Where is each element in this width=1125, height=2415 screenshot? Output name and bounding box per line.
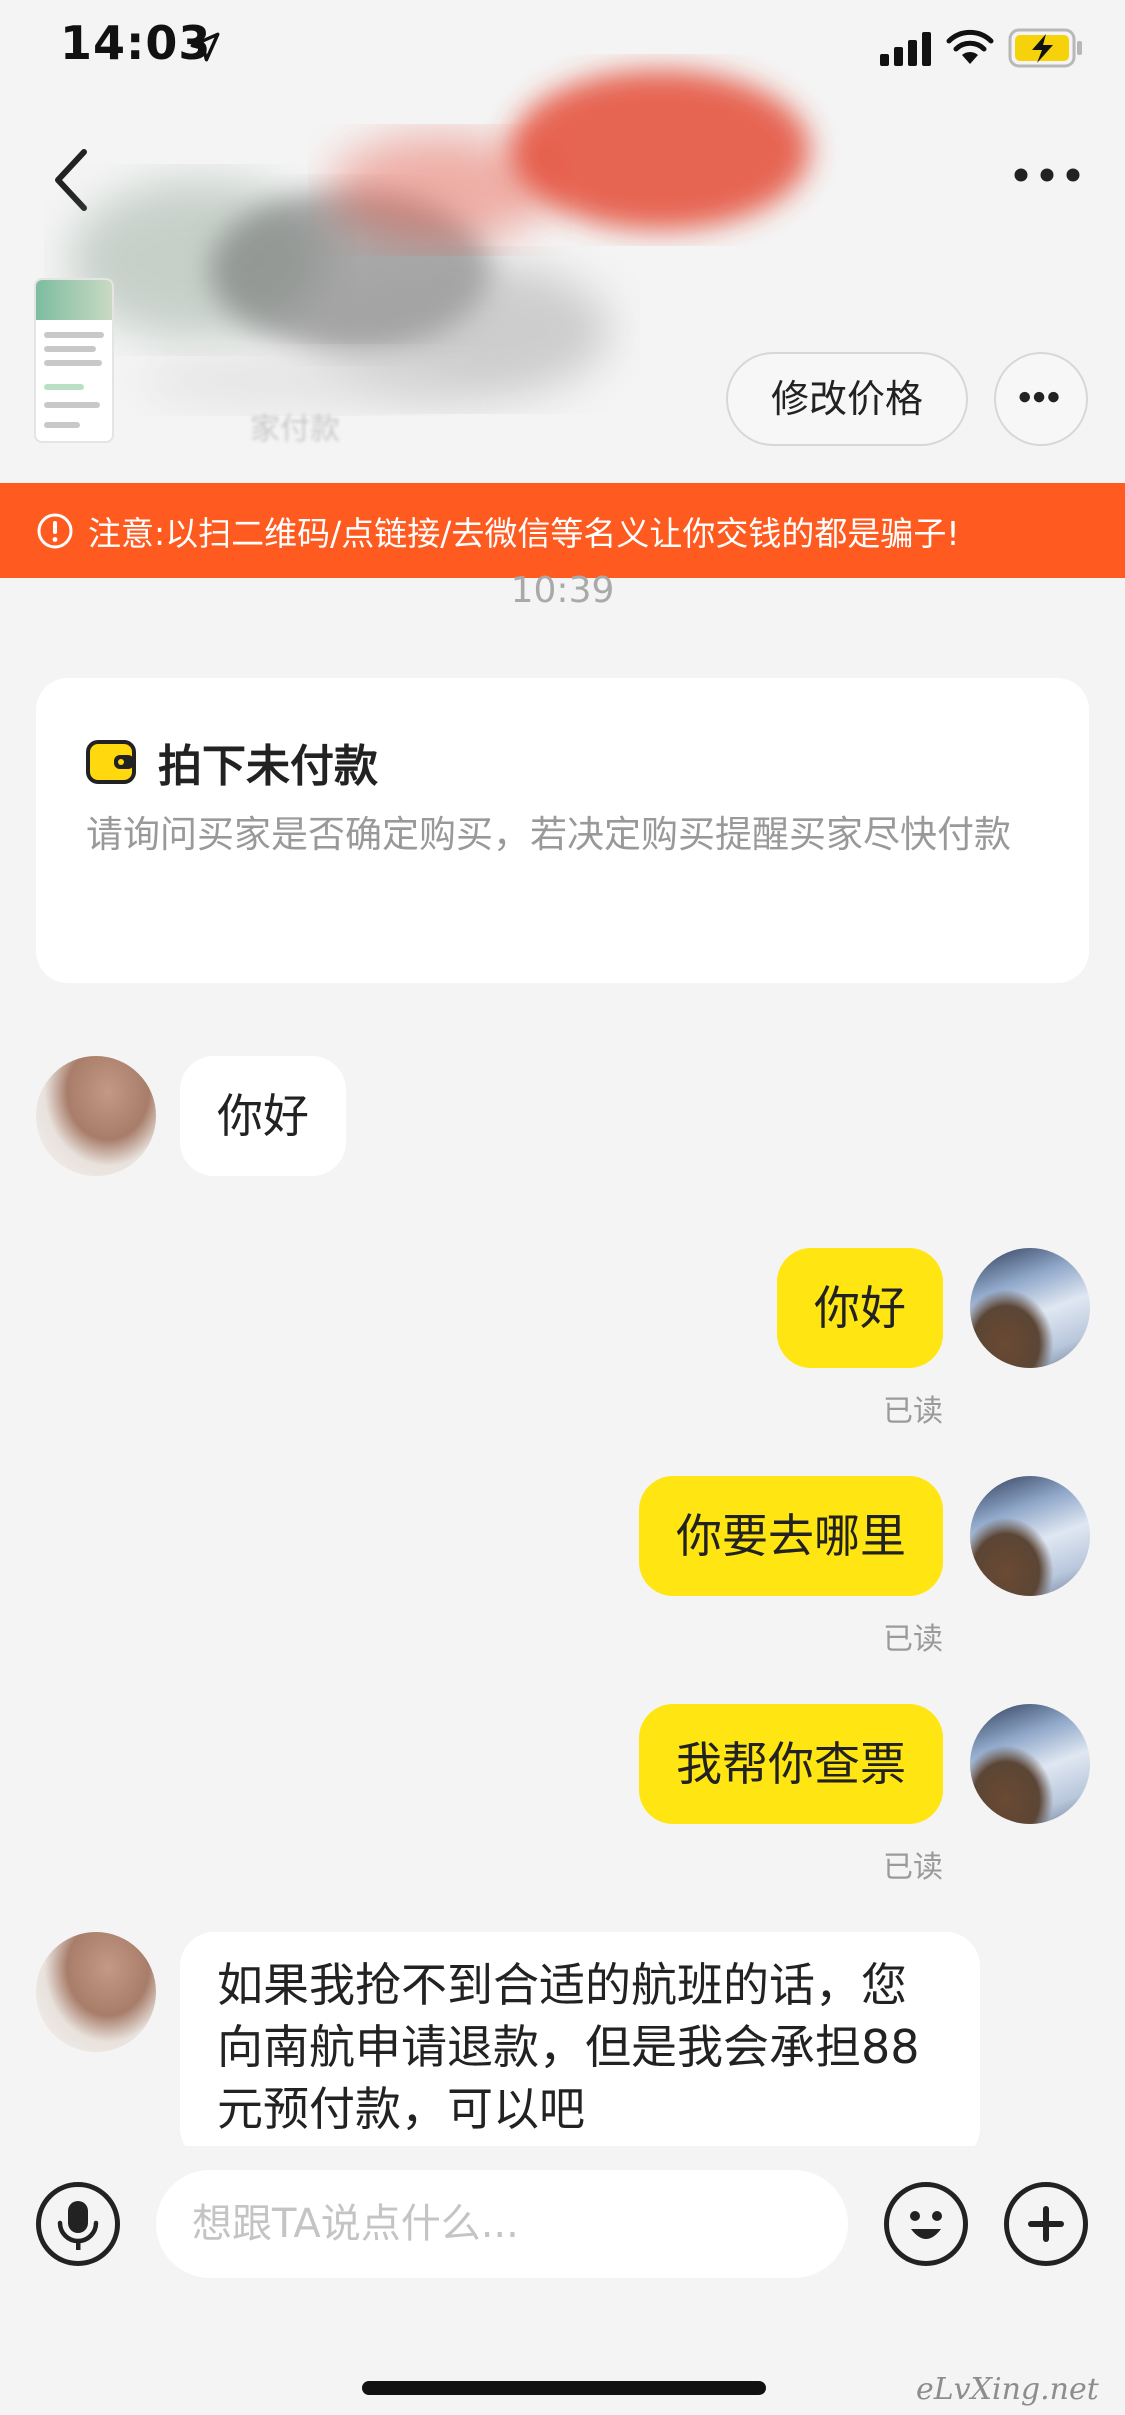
message-bubble-incoming[interactable]: 如果我抢不到合适的航班的话，您向南航申请退款，但是我会承担88元预付款，可以吧 bbox=[180, 1932, 980, 2146]
location-arrow-icon bbox=[190, 32, 220, 62]
wifi-icon bbox=[946, 29, 994, 64]
message-input[interactable] bbox=[156, 2170, 848, 2278]
read-receipt: 已读 bbox=[883, 1394, 943, 1429]
voice-button[interactable] bbox=[36, 2182, 120, 2266]
warning-text: 注意:以扫二维码/点链接/去微信等名义让你交钱的都是骗子! bbox=[88, 513, 960, 553]
thumbnail-line bbox=[44, 402, 100, 408]
message-bubble-outgoing[interactable]: 你好 bbox=[777, 1248, 943, 1368]
watermark: eLvXing.net bbox=[916, 2372, 1099, 2407]
emoji-button[interactable] bbox=[884, 2182, 968, 2266]
seller-avatar[interactable] bbox=[36, 1056, 156, 1176]
my-avatar[interactable] bbox=[970, 1476, 1090, 1596]
obscured-order-status: 家付款 bbox=[250, 412, 340, 447]
message-bubble-outgoing[interactable]: 你要去哪里 bbox=[639, 1476, 943, 1596]
thumbnail-banner bbox=[36, 280, 112, 320]
fraud-warning-banner: 注意:以扫二维码/点链接/去微信等名义让你交钱的都是骗子! bbox=[0, 483, 1125, 578]
read-receipt: 已读 bbox=[883, 1622, 943, 1657]
order-card-title: 拍下未付款 bbox=[158, 741, 378, 792]
thumbnail-line bbox=[44, 332, 104, 338]
chat-screen: 14:03 家付款 修改价格 注意:以扫二维码/点链接/去微信等名义让你交钱的都… bbox=[0, 0, 1125, 2415]
back-chevron-icon[interactable] bbox=[48, 140, 98, 220]
home-indicator[interactable] bbox=[362, 2381, 766, 2395]
my-avatar[interactable] bbox=[970, 1248, 1090, 1368]
more-dots-icon bbox=[1019, 391, 1059, 403]
edit-price-button[interactable]: 修改价格 bbox=[726, 352, 968, 446]
battery-charging-icon bbox=[1008, 28, 1082, 68]
chat-message-list[interactable]: 你好 你好 已读 你要去哪里 已读 我帮你查票 已读 如果我抢不到合适的航班的话… bbox=[0, 1000, 1125, 2146]
emoji-icon bbox=[910, 2211, 942, 2239]
thumbnail-line bbox=[44, 422, 80, 428]
message-bubble-incoming[interactable]: 你好 bbox=[180, 1056, 346, 1176]
order-card-description: 请询问买家是否确定购买，若决定购买提醒买家尽快付款 bbox=[86, 813, 1011, 856]
more-dots-icon[interactable] bbox=[1012, 155, 1082, 195]
plus-icon bbox=[1028, 2206, 1064, 2242]
product-thumbnail[interactable] bbox=[34, 278, 114, 443]
seller-avatar[interactable] bbox=[36, 1932, 156, 2052]
message-input-bar: eLvXing.net bbox=[0, 2146, 1125, 2415]
microphone-icon bbox=[57, 2201, 99, 2250]
more-actions-button[interactable] bbox=[1004, 2182, 1088, 2266]
status-bar: 14:03 bbox=[0, 0, 1125, 110]
thumbnail-line bbox=[44, 360, 102, 366]
thumbnail-line bbox=[44, 384, 84, 390]
read-receipt: 已读 bbox=[883, 1850, 943, 1885]
my-avatar[interactable] bbox=[970, 1704, 1090, 1824]
signal-icon bbox=[880, 32, 931, 66]
card-more-button[interactable] bbox=[994, 352, 1088, 446]
message-bubble-outgoing[interactable]: 我帮你查票 bbox=[639, 1704, 943, 1824]
exclamation-circle-icon bbox=[37, 513, 73, 548]
wallet-icon bbox=[86, 740, 136, 784]
message-timestamp: 10:39 bbox=[510, 570, 615, 611]
thumbnail-line bbox=[44, 346, 96, 352]
order-status-card[interactable]: 拍下未付款 请询问买家是否确定购买，若决定购买提醒买家尽快付款 bbox=[36, 678, 1089, 983]
